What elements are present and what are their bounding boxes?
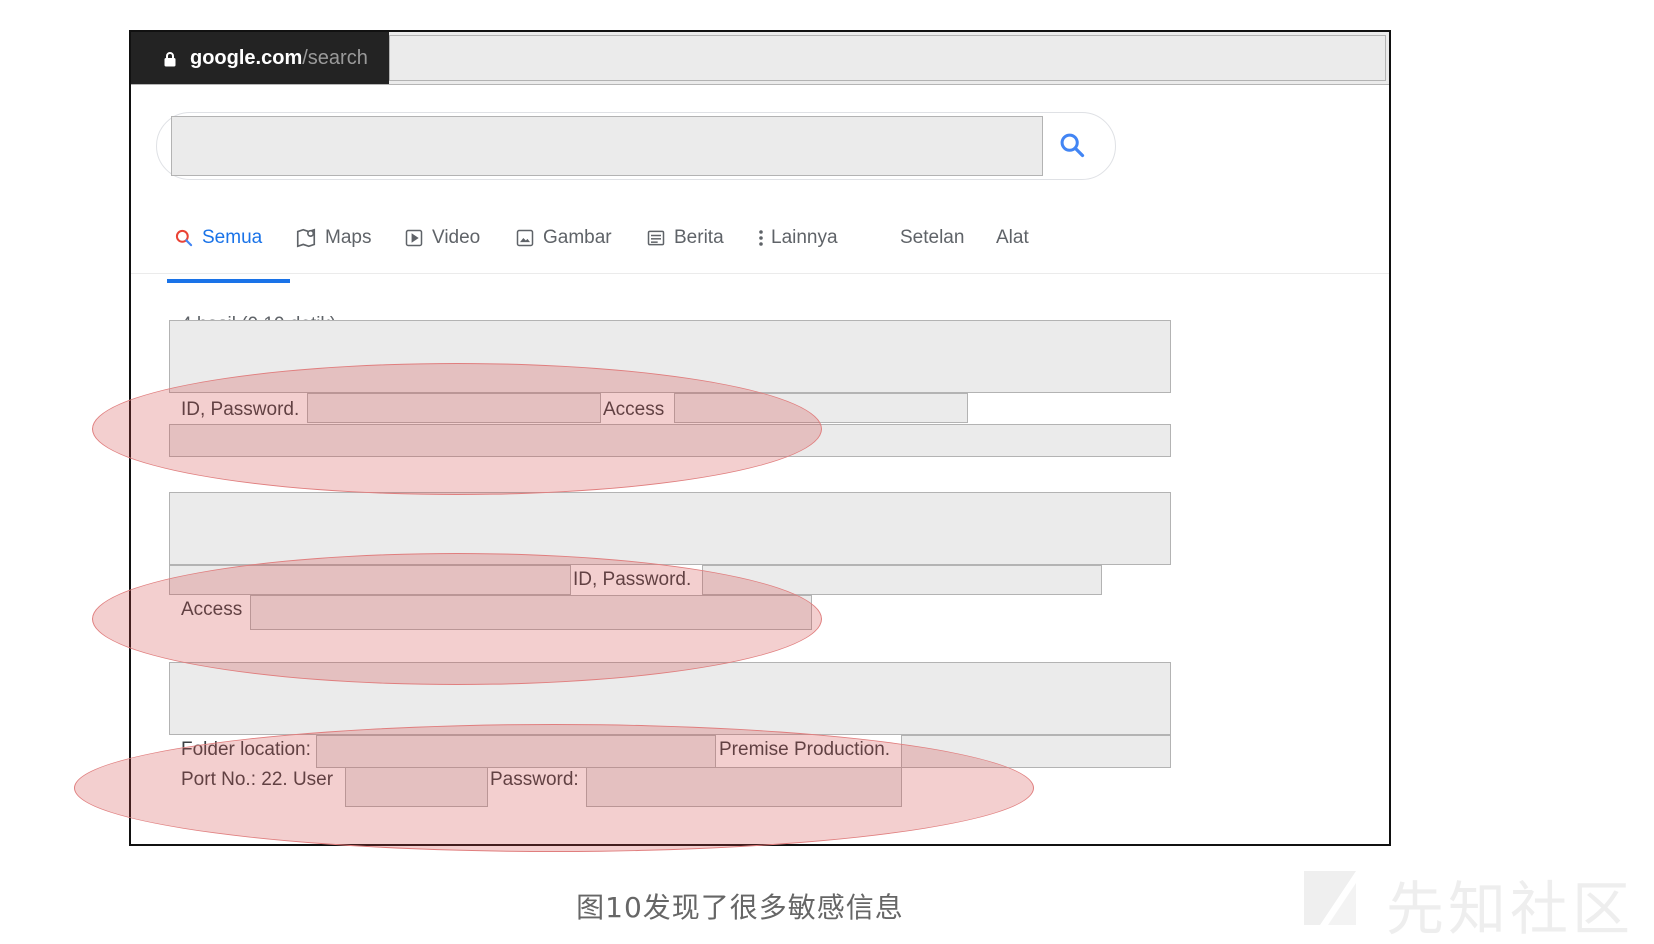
snippet-text: Premise Production. — [719, 739, 891, 760]
tab-label: Lainnya — [771, 226, 838, 248]
redacted-result-title[interactable] — [169, 492, 1171, 565]
tab-all[interactable]: Semua — [174, 202, 262, 273]
redacted-snippet — [674, 393, 968, 423]
redacted-snippet — [250, 595, 812, 630]
more-vert-icon — [757, 228, 765, 248]
play-icon — [404, 228, 424, 248]
url-path: /search — [302, 46, 368, 69]
tab-label: Video — [432, 226, 481, 248]
active-tab-indicator — [167, 279, 290, 283]
watermark-text: 先知社区 — [1385, 875, 1634, 943]
tab-settings[interactable]: Setelan — [900, 202, 964, 273]
snippet-text: ID, Password. — [573, 569, 692, 590]
search-box[interactable] — [156, 112, 1116, 180]
figure-caption: 图10发现了很多敏感信息 — [576, 891, 904, 924]
redacted-snippet — [586, 767, 902, 807]
tab-tools[interactable]: Alat — [996, 202, 1029, 273]
watermark: 先知社区 — [1298, 862, 1634, 944]
redacted-result-title[interactable] — [169, 662, 1171, 735]
snippet-text: Access — [181, 599, 243, 620]
snippet-text: ID, Password. — [181, 399, 300, 420]
lock-icon — [164, 50, 176, 67]
tab-video[interactable]: Video — [404, 202, 480, 273]
browser-window: google.com/search Semua Maps Video Gamba… — [129, 30, 1391, 846]
redacted-url — [389, 35, 1386, 81]
redacted-snippet — [307, 393, 601, 423]
search-tabs: Semua Maps Video Gambar Berita Lainnya S… — [131, 202, 1389, 274]
redacted-snippet — [345, 767, 488, 807]
tab-label: Semua — [202, 226, 263, 248]
search-icon — [174, 228, 194, 248]
url-domain: google.com — [190, 46, 303, 69]
snippet-text: Port No.: 22. User — [181, 769, 334, 790]
redacted-result-title[interactable] — [169, 320, 1171, 393]
page: google.com/search Semua Maps Video Gamba… — [0, 0, 1654, 944]
snippet-text: Folder location: — [181, 739, 311, 760]
redacted-search-query[interactable] — [171, 116, 1043, 176]
image-icon — [515, 228, 535, 248]
redacted-snippet — [316, 735, 716, 768]
map-icon — [295, 227, 317, 249]
snippet-text: Password: — [490, 769, 579, 790]
tab-news[interactable]: Berita — [646, 202, 724, 273]
tab-more[interactable]: Lainnya — [757, 202, 838, 273]
tab-label: Alat — [996, 226, 1029, 248]
news-icon — [646, 228, 666, 248]
address-bar[interactable]: google.com/search — [131, 32, 1389, 85]
tab-label: Gambar — [543, 226, 612, 248]
redacted-snippet — [169, 565, 571, 595]
tab-label: Maps — [325, 226, 372, 248]
redacted-snippet — [901, 735, 1171, 768]
search-button[interactable] — [1052, 127, 1092, 167]
tab-label: Berita — [674, 226, 724, 248]
watermark-logo-icon — [1298, 865, 1362, 943]
tab-images[interactable]: Gambar — [515, 202, 612, 273]
url-display[interactable]: google.com/search — [131, 32, 389, 84]
tab-maps[interactable]: Maps — [295, 202, 371, 273]
tab-label: Setelan — [900, 226, 965, 248]
redacted-snippet — [702, 565, 1102, 595]
snippet-text: Access — [603, 399, 665, 420]
search-icon — [1058, 131, 1086, 164]
redacted-snippet — [169, 424, 1171, 457]
